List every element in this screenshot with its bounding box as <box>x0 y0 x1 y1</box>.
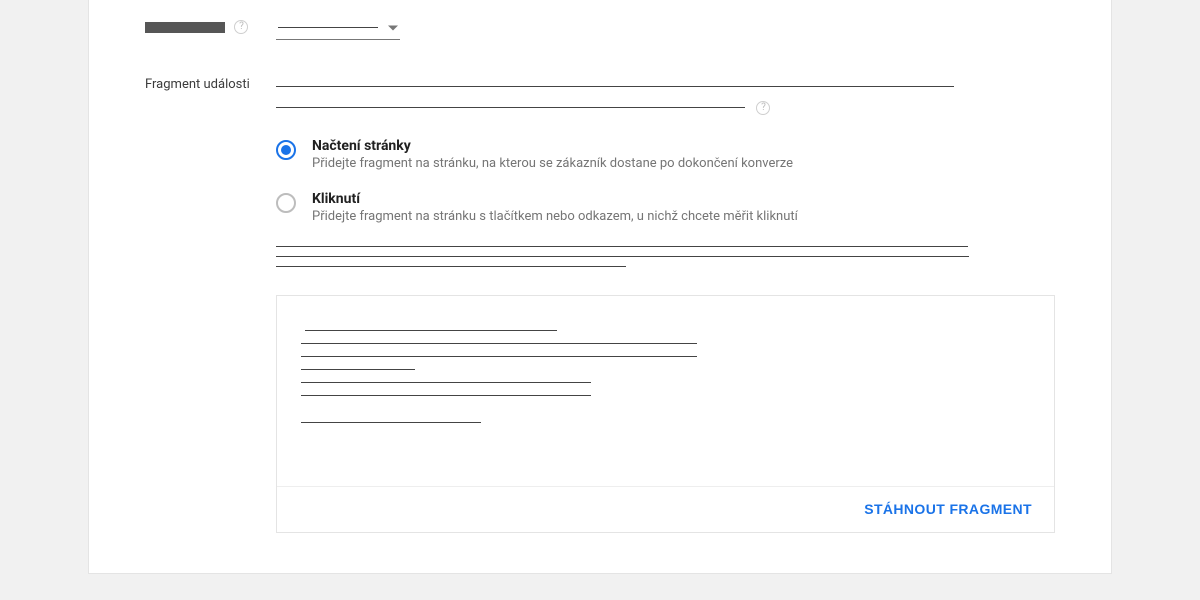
dropdown-select[interactable] <box>276 16 400 40</box>
select-value-placeholder <box>278 27 378 28</box>
radio-indicator <box>276 140 296 160</box>
event-fragment-section: Fragment události ? Načtení stránky <box>145 74 1055 533</box>
radio-page-load[interactable]: Načtení stránky Přidejte fragment na str… <box>276 136 1055 173</box>
intro-text-placeholder: ? <box>276 86 1055 118</box>
help-icon[interactable]: ? <box>234 20 248 34</box>
code-snippet-box: Stáhnout fragment <box>276 295 1055 533</box>
radio-desc: Přidejte fragment na stránku s tlačítkem… <box>312 209 798 224</box>
code-snippet-body <box>301 330 1030 470</box>
redacted-label <box>145 22 225 33</box>
radio-indicator <box>276 193 296 213</box>
radio-title: Načtení stránky <box>312 138 793 154</box>
top-row: ? <box>145 0 1055 40</box>
radio-desc: Přidejte fragment na stránku, na kterou … <box>312 156 793 171</box>
post-text-placeholder <box>276 246 1055 267</box>
help-icon[interactable]: ? <box>756 101 770 115</box>
radio-click[interactable]: Kliknutí Přidejte fragment na stránku s … <box>276 189 1055 226</box>
section-label: Fragment události <box>145 74 268 94</box>
chevron-down-icon <box>388 25 398 30</box>
download-fragment-button[interactable]: Stáhnout fragment <box>864 501 1032 517</box>
radio-title: Kliknutí <box>312 191 798 207</box>
settings-card: ? Fragment události ? <box>88 0 1112 574</box>
